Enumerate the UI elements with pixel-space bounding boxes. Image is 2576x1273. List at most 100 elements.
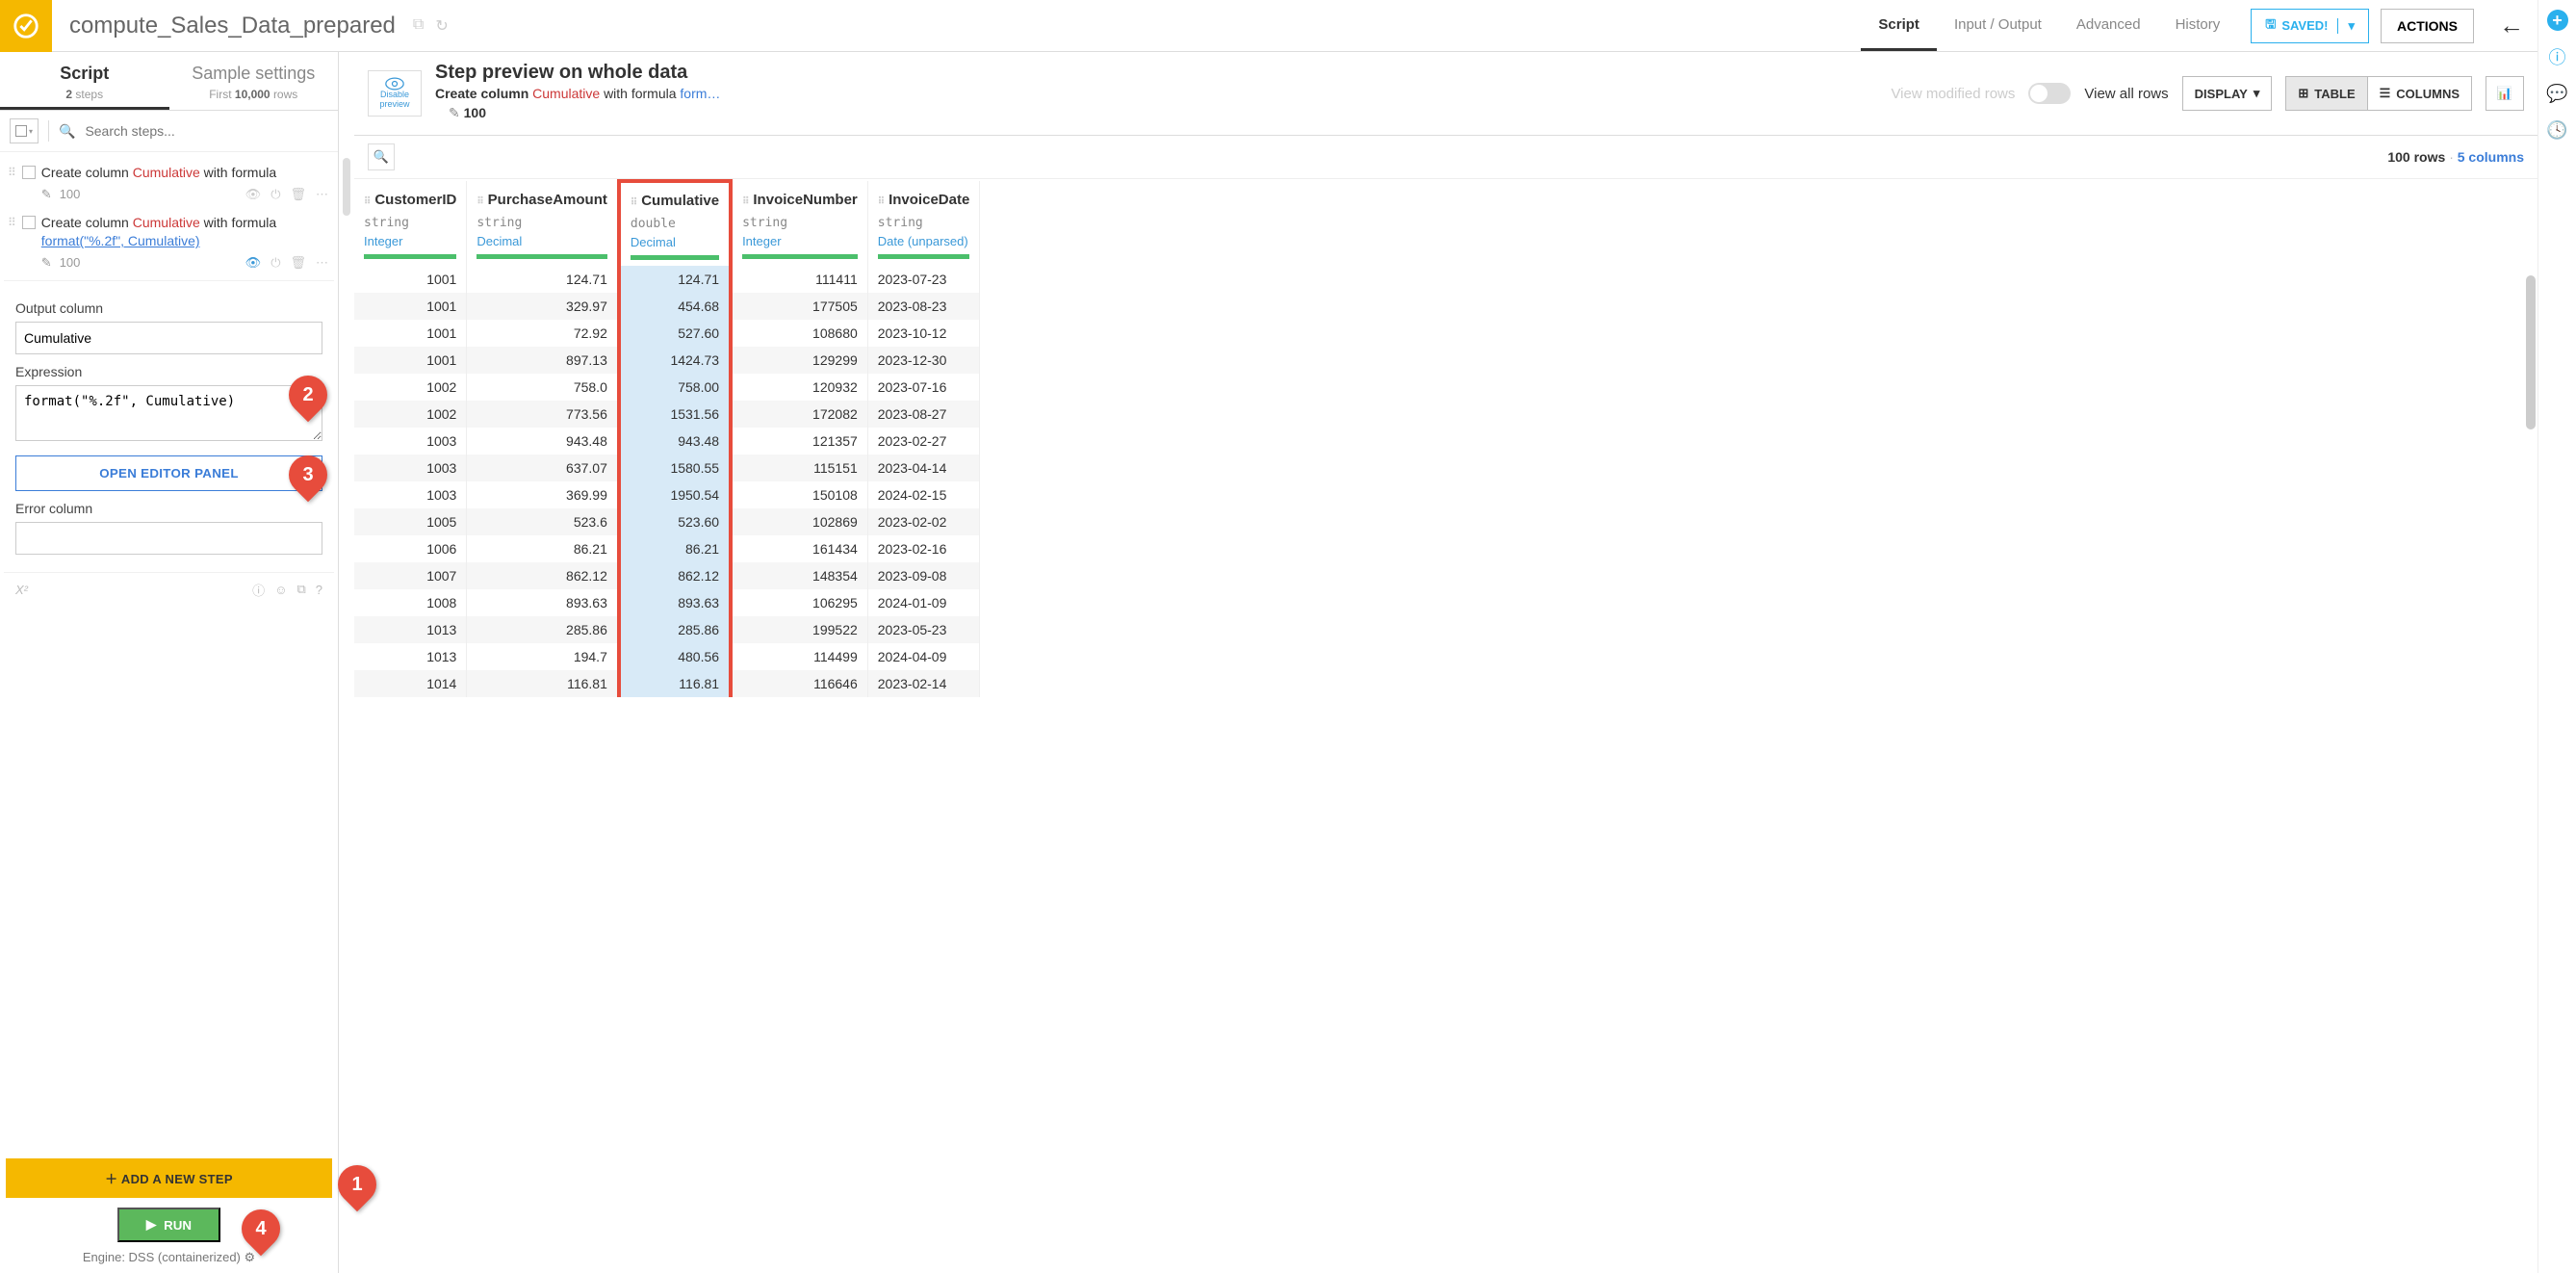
run-button[interactable]: ▶ RUN xyxy=(117,1208,220,1242)
table-cell[interactable]: 116.81 xyxy=(619,670,731,697)
table-cell[interactable]: 150108 xyxy=(731,481,867,508)
table-cell[interactable]: 2023-02-27 xyxy=(867,428,980,455)
table-cell[interactable]: 102869 xyxy=(731,508,867,535)
step-formula-link[interactable]: format("%.2f", Cumulative) xyxy=(41,233,200,248)
app-logo[interactable] xyxy=(0,0,52,52)
table-cell[interactable]: 1002 xyxy=(354,401,467,428)
info-icon[interactable]: ⓘ xyxy=(2547,46,2568,67)
eye-icon[interactable]: 👁 xyxy=(245,187,262,202)
column-count-label[interactable]: 5 columns xyxy=(2458,149,2524,165)
table-cell[interactable]: 2023-09-08 xyxy=(867,562,980,589)
table-row[interactable]: 1002758.0758.001209322023-07-16 xyxy=(354,374,980,401)
add-step-button[interactable]: ＋ ADD A NEW STEP xyxy=(6,1158,332,1198)
trash-icon[interactable]: 🗑 xyxy=(290,255,306,271)
output-column-input[interactable] xyxy=(15,322,322,354)
table-cell[interactable]: 108680 xyxy=(731,320,867,347)
power-icon[interactable]: ⏻ xyxy=(270,255,280,271)
table-row[interactable]: 100172.92527.601086802023-10-12 xyxy=(354,320,980,347)
table-row[interactable]: 1003637.071580.551151512023-04-14 xyxy=(354,455,980,481)
table-cell[interactable]: 758.00 xyxy=(619,374,731,401)
table-cell[interactable]: 523.6 xyxy=(467,508,619,535)
table-cell[interactable]: 1005 xyxy=(354,508,467,535)
table-cell[interactable]: 124.71 xyxy=(467,266,619,293)
table-cell[interactable]: 1014 xyxy=(354,670,467,697)
table-cell[interactable]: 1001 xyxy=(354,293,467,320)
table-cell[interactable]: 86.21 xyxy=(619,535,731,562)
column-drag-icon[interactable]: ⠿ xyxy=(364,196,371,207)
copy-icon[interactable]: ⧉ xyxy=(413,16,424,36)
table-cell[interactable]: 1013 xyxy=(354,616,467,643)
more-icon[interactable]: ⋯ xyxy=(316,187,328,202)
table-cell[interactable]: 943.48 xyxy=(467,428,619,455)
table-cell[interactable]: 1001 xyxy=(354,347,467,374)
table-search-button[interactable]: 🔍 xyxy=(368,143,395,170)
superscript-icon[interactable]: X² xyxy=(15,583,28,597)
table-row[interactable]: 100686.2186.211614342023-02-16 xyxy=(354,535,980,562)
table-cell[interactable]: 1006 xyxy=(354,535,467,562)
table-cell[interactable]: 2023-04-14 xyxy=(867,455,980,481)
table-cell[interactable]: 148354 xyxy=(731,562,867,589)
top-tab-advanced[interactable]: Advanced xyxy=(2059,0,2158,51)
column-drag-icon[interactable]: ⠿ xyxy=(742,196,749,207)
table-cell[interactable]: 116.81 xyxy=(467,670,619,697)
copy-icon[interactable]: ⧉ xyxy=(296,582,305,597)
view-toggle[interactable] xyxy=(2028,83,2071,104)
top-tab-script[interactable]: Script xyxy=(1861,0,1937,51)
tab-sample-settings[interactable]: Sample settings First 10,000 rows xyxy=(169,52,339,110)
column-header-invoicenumber[interactable]: ⠿InvoiceNumberstringInteger xyxy=(731,181,867,266)
table-row[interactable]: 1008893.63893.631062952024-01-09 xyxy=(354,589,980,616)
table-cell[interactable]: 115151 xyxy=(731,455,867,481)
error-column-input[interactable] xyxy=(15,522,322,555)
history-icon[interactable]: ↻ xyxy=(435,16,448,36)
table-cell[interactable]: 893.63 xyxy=(619,589,731,616)
table-cell[interactable]: 773.56 xyxy=(467,401,619,428)
table-cell[interactable]: 1007 xyxy=(354,562,467,589)
table-cell[interactable]: 111411 xyxy=(731,266,867,293)
table-row[interactable]: 1001329.97454.681775052023-08-23 xyxy=(354,293,980,320)
table-cell[interactable]: 637.07 xyxy=(467,455,619,481)
table-cell[interactable]: 194.7 xyxy=(467,643,619,670)
column-drag-icon[interactable]: ⠿ xyxy=(878,196,885,207)
add-icon[interactable]: + xyxy=(2547,10,2568,31)
table-cell[interactable]: 124.71 xyxy=(619,266,731,293)
table-cell[interactable]: 120932 xyxy=(731,374,867,401)
splitter-handle[interactable] xyxy=(339,52,354,1273)
scrollbar[interactable] xyxy=(2526,179,2536,1273)
step-checkbox[interactable] xyxy=(22,166,36,179)
gear-icon[interactable]: ⚙ xyxy=(245,1250,256,1264)
column-header-invoicedate[interactable]: ⠿InvoiceDatestringDate (unparsed) xyxy=(867,181,980,266)
table-cell[interactable]: 1001 xyxy=(354,266,467,293)
step-item[interactable]: ⠿ Create column Cumulative with formula … xyxy=(4,208,334,276)
table-cell[interactable]: 1002 xyxy=(354,374,467,401)
columns-view-button[interactable]: ☰ COLUMNS xyxy=(2367,77,2471,110)
table-cell[interactable]: 1003 xyxy=(354,455,467,481)
table-cell[interactable]: 1580.55 xyxy=(619,455,731,481)
tab-script[interactable]: Script 2 steps xyxy=(0,52,169,110)
column-header-customerid[interactable]: ⠿CustomerIDstringInteger xyxy=(354,181,467,266)
table-cell[interactable]: 1008 xyxy=(354,589,467,616)
trash-icon[interactable]: 🗑 xyxy=(290,187,306,202)
table-cell[interactable]: 2023-08-23 xyxy=(867,293,980,320)
table-cell[interactable]: 943.48 xyxy=(619,428,731,455)
table-row[interactable]: 1001124.71124.711114112023-07-23 xyxy=(354,266,980,293)
table-row[interactable]: 1013194.7480.561144992024-04-09 xyxy=(354,643,980,670)
column-header-purchaseamount[interactable]: ⠿PurchaseAmountstringDecimal xyxy=(467,181,619,266)
display-dropdown[interactable]: DISPLAY ▾ xyxy=(2182,76,2273,111)
table-cell[interactable]: 758.0 xyxy=(467,374,619,401)
table-cell[interactable]: 199522 xyxy=(731,616,867,643)
table-cell[interactable]: 114499 xyxy=(731,643,867,670)
select-all-dropdown[interactable]: ▾ xyxy=(10,118,39,143)
column-header-cumulative[interactable]: ⠿CumulativedoubleDecimal xyxy=(619,181,731,266)
table-cell[interactable]: 1424.73 xyxy=(619,347,731,374)
palette-icon[interactable]: ☺ xyxy=(274,583,287,597)
help-icon[interactable]: ? xyxy=(316,583,322,597)
table-row[interactable]: 1003943.48943.481213572023-02-27 xyxy=(354,428,980,455)
drag-handle-icon[interactable]: ⠿ xyxy=(8,166,16,202)
table-cell[interactable]: 1531.56 xyxy=(619,401,731,428)
chart-button[interactable]: 📊 xyxy=(2486,76,2524,111)
back-arrow-icon[interactable]: ← xyxy=(2499,11,2524,40)
table-cell[interactable]: 2023-07-16 xyxy=(867,374,980,401)
table-cell[interactable]: 116646 xyxy=(731,670,867,697)
info-icon[interactable]: ⓘ xyxy=(252,581,265,599)
drag-handle-icon[interactable]: ⠿ xyxy=(8,216,16,271)
